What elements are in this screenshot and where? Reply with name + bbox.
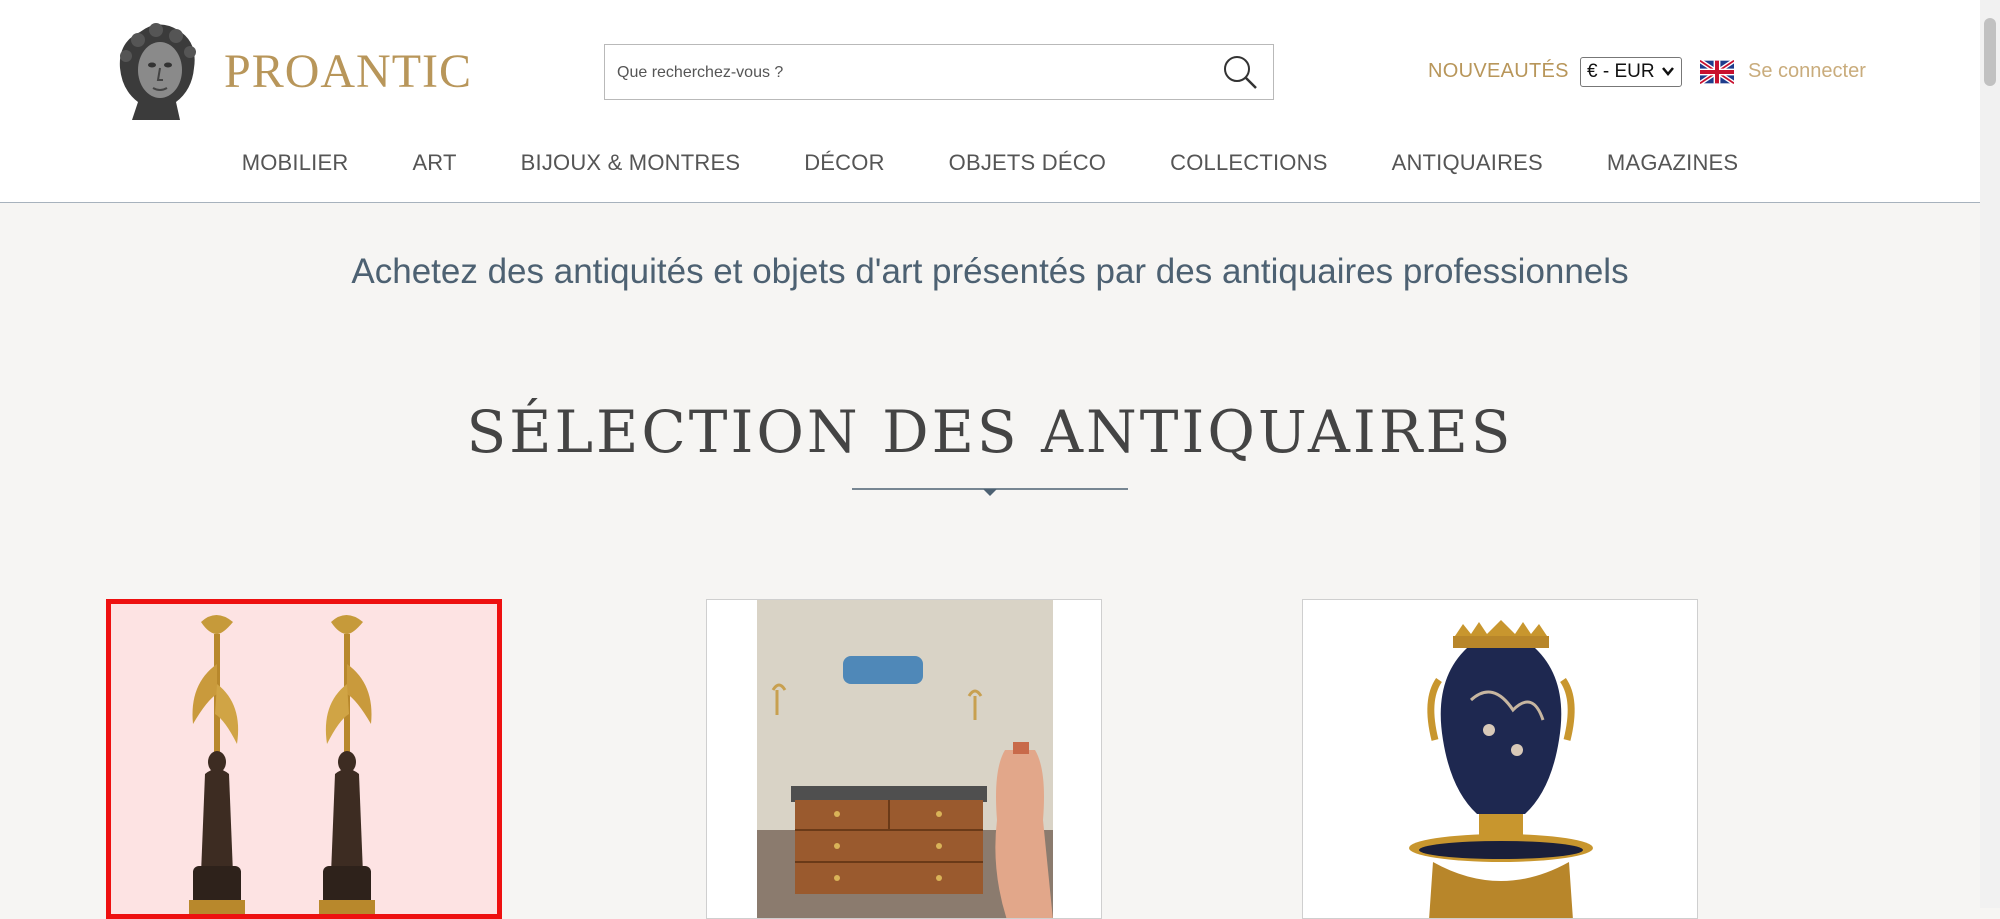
nav-item-art[interactable]: ART: [412, 150, 456, 176]
nav-item-magazines[interactable]: MAGAZINES: [1607, 150, 1738, 176]
page-scrollbar[interactable]: [1980, 0, 2000, 908]
search-input[interactable]: [615, 45, 1199, 101]
vase-image: [1303, 600, 1697, 918]
site-header: PROANTIC NOUVEAUTÉS € - EUR Se connecter…: [0, 0, 1980, 203]
nav-item-decor[interactable]: DÉCOR: [804, 150, 884, 176]
bust-logo-icon: [119, 23, 196, 120]
search-icon[interactable]: [1221, 54, 1259, 92]
login-link[interactable]: Se connecter: [1748, 60, 1866, 83]
section-title: SÉLECTION DES ANTIQUAIRES: [466, 398, 1514, 466]
nav-item-antiquaires[interactable]: ANTIQUAIRES: [1392, 150, 1543, 176]
commode-image: [707, 600, 1101, 918]
currency-select[interactable]: € - EUR: [1580, 57, 1682, 87]
chevron-down-icon: [1662, 67, 1674, 76]
nav-item-bijoux-montres[interactable]: BIJOUX & MONTRES: [521, 150, 741, 176]
title-divider: [852, 488, 1128, 496]
uk-flag-icon[interactable]: [1700, 60, 1734, 84]
search-bar: [604, 44, 1274, 101]
nav-item-mobilier[interactable]: MOBILIER: [242, 150, 349, 176]
logo-link[interactable]: PROANTIC: [110, 20, 472, 122]
nav-item-collections[interactable]: COLLECTIONS: [1170, 150, 1327, 176]
product-card-vase[interactable]: [1302, 599, 1698, 919]
main-nav: MOBILIER ART BIJOUX & MONTRES DÉCOR OBJE…: [0, 150, 1980, 176]
nouveautes-link[interactable]: NOUVEAUTÉS: [1428, 60, 1569, 83]
brand-name: PROANTIC: [224, 44, 473, 98]
scrollbar-thumb[interactable]: [1984, 18, 1996, 86]
nav-item-objets-deco[interactable]: OBJETS DÉCO: [949, 150, 1106, 176]
product-card-commode[interactable]: [706, 599, 1102, 919]
product-card-candelabra[interactable]: [106, 599, 502, 919]
currency-value: € - EUR: [1587, 61, 1655, 82]
page-tagline: Achetez des antiquités et objets d'art p…: [351, 252, 1629, 291]
candelabra-image: [189, 615, 375, 914]
